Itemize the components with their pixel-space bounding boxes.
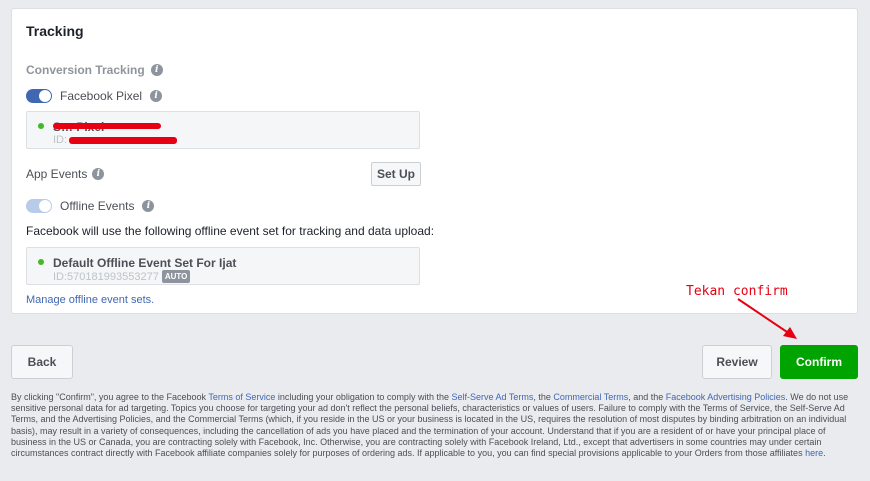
redaction-mark xyxy=(69,137,177,144)
offline-set-name: Default Offline Event Set For Ijat xyxy=(53,256,237,270)
manage-offline-event-sets-link[interactable]: Manage offline event sets. xyxy=(26,294,154,306)
offline-set-id-line: ID:570181993553277 AUTO xyxy=(53,270,191,283)
legal-text-part: By clicking "Confirm", you agree to the … xyxy=(11,392,209,402)
offline-events-label: Offline Events xyxy=(60,199,135,213)
back-button[interactable]: Back xyxy=(11,345,73,379)
tracking-card: Tracking Conversion Tracking i Facebook … xyxy=(11,8,858,314)
legal-text-part: , and the xyxy=(628,392,666,402)
pixel-id-prefix: ID: xyxy=(53,134,68,146)
review-button[interactable]: Review xyxy=(702,345,772,379)
legal-text-part: . xyxy=(823,448,826,459)
pixel-item: S… Pixel ID: xyxy=(26,111,420,149)
terms-of-service-link[interactable]: Terms of Service xyxy=(208,392,275,402)
offline-events-row: Offline Events i xyxy=(26,199,155,213)
commercial-terms-link[interactable]: Commercial Terms xyxy=(553,392,628,402)
facebook-pixel-row: Facebook Pixel i xyxy=(26,89,163,103)
card-title: Tracking xyxy=(26,23,84,39)
app-events-label: App Events xyxy=(26,167,88,181)
redaction-mark xyxy=(53,123,161,129)
offline-events-toggle[interactable] xyxy=(26,199,52,213)
here-link[interactable]: here xyxy=(805,448,823,458)
self-serve-ad-terms-link[interactable]: Self-Serve Ad Terms xyxy=(451,392,533,402)
set-up-button[interactable]: Set Up xyxy=(371,162,421,186)
facebook-pixel-toggle[interactable] xyxy=(26,89,52,103)
legal-text-part: , the xyxy=(533,392,554,402)
app-events-row: App Events i xyxy=(26,167,105,181)
advertising-policies-link[interactable]: Facebook Advertising Policies xyxy=(666,392,786,402)
info-icon[interactable]: i xyxy=(92,168,105,180)
info-icon[interactable]: i xyxy=(150,90,163,102)
confirm-button[interactable]: Confirm xyxy=(780,345,858,379)
offline-description: Facebook will use the following offline … xyxy=(26,224,435,238)
conversion-tracking-text: Conversion Tracking xyxy=(26,63,145,77)
legal-text-part: including your obligation to comply with… xyxy=(275,392,452,402)
info-icon[interactable]: i xyxy=(150,64,163,76)
info-icon[interactable]: i xyxy=(142,200,155,212)
legal-text: By clicking "Confirm", you agree to the … xyxy=(11,392,856,459)
status-dot-icon xyxy=(38,259,44,265)
pixel-id: ID: xyxy=(53,134,67,146)
offline-event-set-item: Default Offline Event Set For Ijat ID:57… xyxy=(26,247,420,285)
annotation-arrow-icon xyxy=(737,298,797,339)
conversion-tracking-label: Conversion Tracking i xyxy=(26,63,163,77)
auto-badge: AUTO xyxy=(161,270,191,283)
status-dot-icon xyxy=(38,123,44,129)
facebook-pixel-label: Facebook Pixel xyxy=(60,89,143,103)
offline-set-id: ID:570181993553277 xyxy=(53,270,159,283)
